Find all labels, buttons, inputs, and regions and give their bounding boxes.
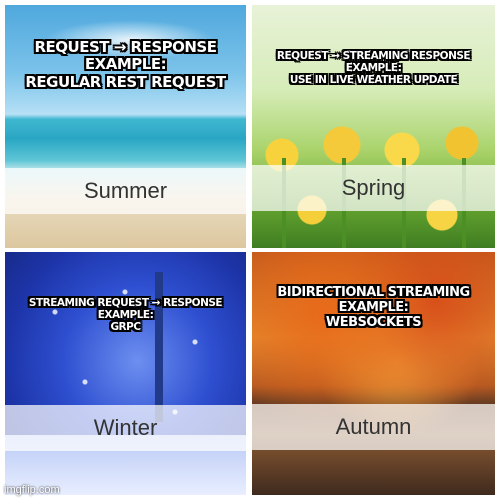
season-label-winter: Winter [93,415,158,440]
caption-line: EXAMPLE: [338,299,409,315]
caption-summer: REQUEST → RESPONSE EXAMPLE: REGULAR REST… [5,38,246,91]
season-band: Autumn [252,404,495,450]
winter-panel: Winter STREAMING REQUEST → RESPONSE EXAM… [5,252,246,495]
season-label-spring: Spring [341,175,406,200]
season-label-summer: Summer [83,178,168,203]
season-band: Spring [252,165,495,211]
summer-panel: Summer REQUEST → RESPONSE EXAMPLE: REGUL… [5,5,246,248]
caption-line: EXAMPLE: [97,309,154,322]
caption-line: WEBSOCKETS [325,314,422,330]
caption-line: BIDIRECTIONAL STREAMING [277,285,470,300]
caption-line: GRPC [110,321,141,334]
caption-line: REQUEST → RESPONSE [34,38,217,56]
caption-line: STREAMING REQUEST → RESPONSE [28,297,223,309]
caption-spring: REQUEST → STREAMING RESPONSE EXAMPLE: US… [252,50,495,86]
caption-line: EXAMPLE: [345,62,402,75]
caption-winter: STREAMING REQUEST → RESPONSE EXAMPLE: GR… [5,297,246,333]
watermark: imgflip.com [4,484,60,496]
autumn-panel: Autumn BIDIRECTIONAL STREAMING EXAMPLE: … [252,252,495,495]
season-band: Winter [5,405,246,451]
caption-line: REQUEST → STREAMING RESPONSE [276,50,471,62]
tulip-image [252,5,495,248]
caption-line: EXAMPLE: [84,55,167,74]
season-label-autumn: Autumn [335,414,412,439]
caption-autumn: BIDIRECTIONAL STREAMING EXAMPLE: WEBSOCK… [252,285,495,331]
meme-grid: Summer REQUEST → RESPONSE EXAMPLE: REGUL… [0,0,500,500]
spring-panel: Spring REQUEST → STREAMING RESPONSE EXAM… [252,5,495,248]
caption-line: REGULAR REST REQUEST [25,72,226,91]
tree-decoration [155,272,163,422]
caption-line: USE IN LIVE WEATHER UPDATE [289,74,458,87]
season-band: Summer [5,168,246,214]
